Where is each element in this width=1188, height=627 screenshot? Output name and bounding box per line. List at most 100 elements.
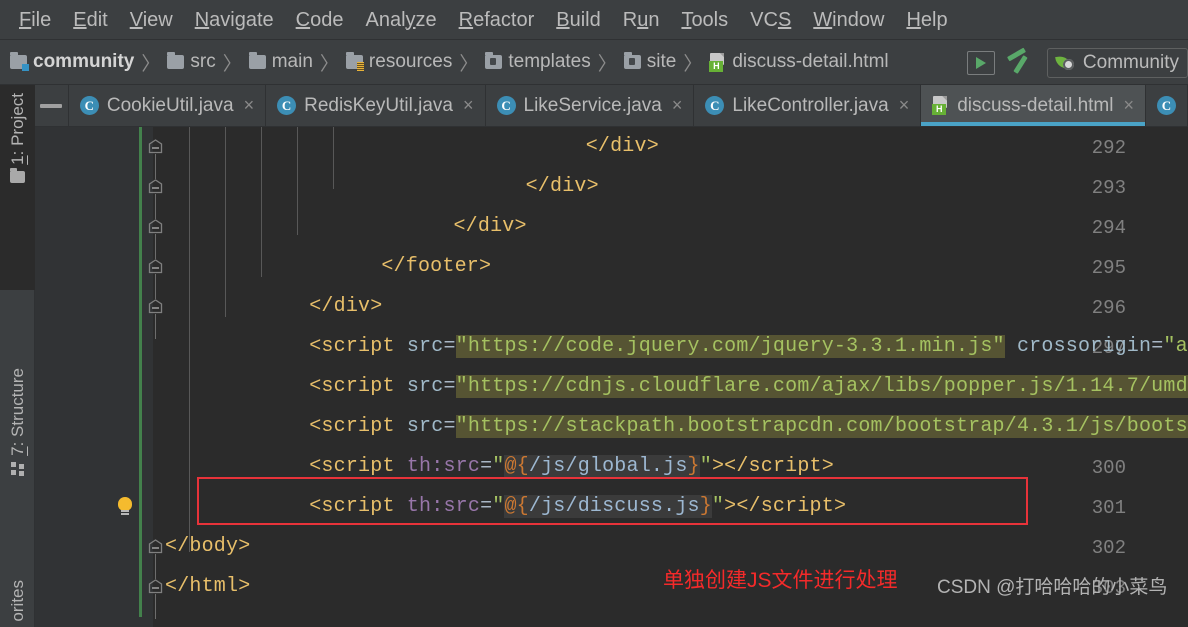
java-class-icon: C	[705, 96, 725, 115]
code-token: "anonymous"	[1163, 335, 1188, 358]
html-file-icon: H	[709, 52, 726, 72]
sidebar-item-favorites[interactable]: orites	[0, 572, 35, 627]
menu-item-tools[interactable]: Tools	[670, 5, 739, 35]
code-fold-marker[interactable]	[148, 539, 163, 554]
sidebar-item-favorites-label: orites	[8, 580, 28, 622]
project-label-rest: : Project	[7, 93, 27, 156]
menu-item-refactor[interactable]: Refactor	[448, 5, 546, 35]
code-fold-marker[interactable]	[148, 179, 163, 194]
editor-tab-cookieutil-java[interactable]: C CookieUtil.java ×	[68, 85, 267, 126]
hide-tool-window-button[interactable]	[35, 85, 69, 126]
code-fold-connector	[155, 154, 156, 179]
code-token: "https://code.jquery.com/jquery-3.3.1.mi…	[455, 335, 1005, 358]
code-line[interactable]: </div>	[309, 295, 382, 318]
code-token: "https://cdnjs.cloudflare.com/ajax/libs/…	[455, 375, 1188, 398]
folder-icon	[167, 52, 185, 69]
code-token: }	[687, 455, 700, 478]
code-token: </div>	[585, 135, 659, 158]
run-button[interactable]	[966, 50, 995, 75]
code-fold-connector	[155, 554, 156, 579]
editor-tab-likeservice-java[interactable]: C LikeService.java ×	[485, 85, 695, 126]
code-line[interactable]: <script src="https://code.jquery.com/jqu…	[309, 335, 1188, 358]
code-line[interactable]: <script src="https://cdnjs.cloudflare.co…	[309, 375, 1188, 398]
run-icon	[975, 56, 986, 69]
close-icon[interactable]: ×	[672, 95, 683, 116]
indent-guide	[333, 127, 334, 189]
folder-icon	[248, 52, 266, 69]
code-line[interactable]: </body>	[165, 535, 250, 558]
close-icon[interactable]: ×	[244, 95, 255, 116]
intention-bulb-icon[interactable]	[117, 497, 133, 517]
code-token: "	[492, 495, 505, 518]
breadcrumb-item-0[interactable]: community	[10, 51, 134, 73]
menu-item-code[interactable]: Code	[285, 5, 355, 35]
code-line[interactable]: </div>	[526, 175, 599, 198]
code-editor-canvas[interactable]: 292293294295296297298299300301302303 </d…	[35, 127, 1188, 627]
run-configuration-selector[interactable]: Community	[1046, 47, 1188, 78]
close-icon[interactable]: ×	[1123, 95, 1134, 116]
code-token: =	[480, 455, 493, 478]
code-line[interactable]: </html>	[165, 575, 250, 598]
code-line[interactable]: <script th:src="@{/js/global.js}"></scri…	[309, 455, 834, 478]
menu-item-file[interactable]: File	[8, 5, 62, 35]
menu-item-run[interactable]: Run	[612, 5, 671, 35]
code-token: </div>	[453, 215, 527, 238]
build-button[interactable]	[1005, 49, 1035, 77]
code-token: =	[443, 335, 456, 358]
code-folding-column[interactable]	[145, 127, 165, 627]
close-icon[interactable]: ×	[463, 95, 474, 116]
code-line[interactable]: </div>	[453, 215, 526, 238]
editor-tab-label: discuss-detail.html	[957, 94, 1114, 116]
menu-item-analyze[interactable]: Analyze	[354, 5, 447, 35]
menu-item-edit[interactable]: Edit	[62, 5, 118, 35]
editor-tab-rediskeyutil-java[interactable]: C RedisKeyUtil.java ×	[266, 85, 486, 126]
intellij-idea-window: File Edit View Navigate Code Analyze Refactor B…	[0, 0, 1188, 627]
code-token: ></script>	[724, 495, 847, 518]
breadcrumb-label: main	[271, 51, 313, 72]
breadcrumb-item-1[interactable]: src	[167, 51, 216, 73]
code-line[interactable]: <script th:src="@{/js/discuss.js}"></scr…	[309, 495, 846, 518]
breadcrumb-item-3[interactable]: resources	[345, 51, 452, 73]
code-text[interactable]: </div> </div> </div> </footer> </div> <script…	[165, 127, 1188, 627]
sidebar-item-structure[interactable]: 7: Structure	[0, 360, 35, 535]
sidebar-item-project[interactable]: 1: Project	[0, 85, 35, 290]
code-token: <script	[309, 415, 395, 438]
editor-gutter[interactable]	[35, 127, 153, 627]
breadcrumb-item-2[interactable]: main	[248, 51, 313, 73]
menu-item-build[interactable]: Build	[545, 5, 611, 35]
menu-item-help[interactable]: Help	[895, 5, 958, 35]
close-icon[interactable]: ×	[899, 95, 910, 116]
code-line[interactable]: <script src="https://stackpath.bootstrap…	[309, 415, 1188, 438]
code-line[interactable]: </div>	[586, 135, 659, 158]
structure-label-rest: : Structure	[7, 368, 27, 447]
menu-item-vcs[interactable]: VCS	[739, 5, 802, 35]
code-fold-marker[interactable]	[148, 579, 163, 594]
menu-item-window[interactable]: Window	[802, 5, 895, 35]
code-fold-connector	[155, 194, 156, 219]
menu-bar: File Edit View Navigate Code Analyze Refactor B…	[0, 0, 1188, 40]
code-fold-marker[interactable]	[148, 299, 163, 314]
code-fold-marker[interactable]	[148, 259, 163, 274]
code-token: src	[406, 335, 444, 358]
code-fold-connector	[155, 274, 156, 299]
spring-leaf-icon	[1056, 54, 1076, 72]
menu-item-view[interactable]: View	[119, 5, 184, 35]
editor-tab-partial[interactable]: C	[1146, 85, 1188, 126]
mnemonic-7: 7	[7, 446, 27, 456]
editor-tab-likecontroller-java[interactable]: C LikeController.java ×	[694, 85, 922, 126]
menu-item-navigate[interactable]: Navigate	[184, 5, 285, 35]
breadcrumb-separator: 〉	[222, 53, 242, 75]
code-fold-marker[interactable]	[148, 139, 163, 154]
breadcrumb-item-6[interactable]: Hdiscuss-detail.html	[709, 51, 889, 73]
editor-tab-bar: C CookieUtil.java × C RedisKeyUtil.java × C Lik…	[35, 85, 1188, 127]
code-fold-connector	[155, 594, 156, 619]
code-token: }	[699, 495, 712, 518]
editor-tab-discuss-detail-html[interactable]: Hdiscuss-detail.html ×	[921, 85, 1146, 126]
code-fold-marker[interactable]	[148, 219, 163, 234]
code-line[interactable]: </footer>	[381, 255, 491, 278]
breadcrumb-item-5[interactable]: site	[623, 51, 676, 73]
breadcrumb-item-4[interactable]: templates	[485, 51, 591, 73]
